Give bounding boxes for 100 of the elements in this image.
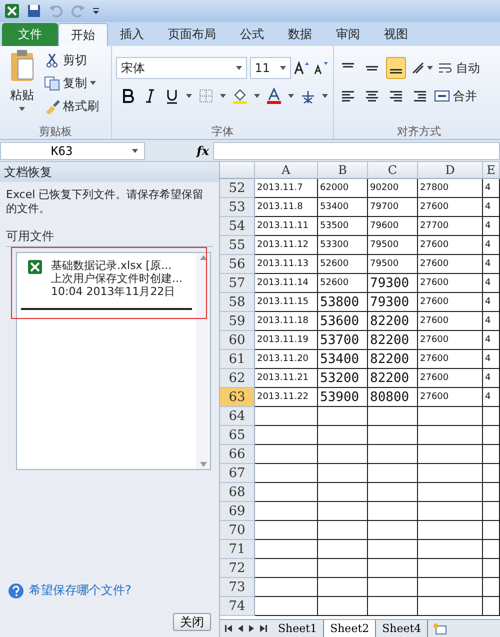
- formula-input[interactable]: [213, 142, 500, 160]
- empty-cell: [368, 597, 418, 616]
- scroll-down-icon[interactable]: [200, 462, 206, 467]
- row-header[interactable]: 71: [220, 540, 255, 559]
- previous-sheet-icon[interactable]: [238, 625, 243, 632]
- insert-function-button[interactable]: fx: [149, 144, 209, 158]
- shrink-font-icon[interactable]: [313, 60, 329, 76]
- row-header[interactable]: 62: [220, 369, 255, 388]
- caret-icon: [19, 107, 25, 111]
- name-box[interactable]: K63: [0, 142, 145, 160]
- table-cell: 53600: [318, 312, 368, 331]
- row-header[interactable]: 61: [220, 350, 255, 369]
- caret-icon: [288, 94, 294, 98]
- scrollbar[interactable]: [196, 253, 210, 469]
- merge-button[interactable]: 合并: [434, 85, 477, 107]
- ribbon-tab[interactable]: 视图: [372, 23, 420, 46]
- table-cell: 27800: [418, 179, 483, 198]
- help-link[interactable]: 希望保存哪个文件?: [29, 582, 132, 599]
- column-header[interactable]: C: [368, 162, 418, 179]
- row-header[interactable]: 53: [220, 198, 255, 217]
- ribbon-tab[interactable]: 公式: [228, 23, 276, 46]
- row-header[interactable]: 74: [220, 597, 255, 616]
- table-cell: 53700: [318, 331, 368, 350]
- row-header[interactable]: 65: [220, 426, 255, 445]
- ribbon-tab[interactable]: 数据: [276, 23, 324, 46]
- font-size-select[interactable]: 11: [250, 57, 292, 79]
- empty-cell: [418, 407, 483, 426]
- format-painter-button[interactable]: 格式刷: [44, 95, 99, 117]
- ribbon-tab[interactable]: 审阅: [324, 23, 372, 46]
- column-header[interactable]: E: [483, 162, 500, 179]
- empty-cell: [483, 578, 500, 597]
- empty-cell: [483, 407, 500, 426]
- row-header[interactable]: 64: [220, 407, 255, 426]
- empty-cell: [418, 521, 483, 540]
- sheet-tab[interactable]: Sheet2: [324, 620, 376, 637]
- insert-sheet-icon[interactable]: [433, 622, 448, 634]
- row-header[interactable]: 69: [220, 502, 255, 521]
- font-color-icon[interactable]: [266, 88, 282, 104]
- orientation-icon[interactable]: [410, 60, 426, 76]
- fill-color-icon[interactable]: [232, 88, 248, 104]
- scroll-up-icon[interactable]: [200, 255, 206, 260]
- row-header[interactable]: 60: [220, 331, 255, 350]
- bold-icon[interactable]: [120, 88, 136, 104]
- row-header[interactable]: 56: [220, 255, 255, 274]
- empty-cell: [418, 540, 483, 559]
- column-header[interactable]: D: [418, 162, 483, 179]
- empty-cell: [368, 483, 418, 502]
- empty-cell: [418, 483, 483, 502]
- row-header[interactable]: 59: [220, 312, 255, 331]
- next-sheet-icon[interactable]: [249, 625, 254, 632]
- cut-button[interactable]: 剪切: [44, 49, 99, 71]
- recovered-file-item[interactable]: 基础数据记录.xlsx [原... 上次用户保存文件时创建... 10:04 2013年11月22日: [21, 257, 192, 310]
- row-header[interactable]: 58: [220, 293, 255, 312]
- row-header[interactable]: 63: [220, 388, 255, 407]
- table-cell: 27600: [418, 331, 483, 350]
- table-cell: 2013.11.12: [255, 236, 318, 255]
- copy-button[interactable]: 复制: [44, 72, 99, 94]
- border-icon[interactable]: [198, 88, 214, 104]
- row-header[interactable]: 54: [220, 217, 255, 236]
- column-header[interactable]: A: [255, 162, 318, 179]
- ribbon-tab[interactable]: 页面布局: [156, 23, 228, 46]
- row-header[interactable]: 67: [220, 464, 255, 483]
- row-header[interactable]: 66: [220, 445, 255, 464]
- align-center-icon[interactable]: [364, 88, 380, 104]
- save-icon[interactable]: [26, 3, 42, 19]
- empty-cell: [418, 597, 483, 616]
- ribbon-tab[interactable]: 开始: [58, 23, 108, 46]
- caret-icon: [132, 148, 138, 152]
- empty-cell: [483, 521, 500, 540]
- brush-icon[interactable]: [44, 98, 60, 114]
- close-button[interactable]: 关闭: [173, 613, 211, 631]
- row-header[interactable]: 72: [220, 559, 255, 578]
- first-sheet-icon[interactable]: [225, 625, 232, 632]
- last-sheet-icon[interactable]: [260, 625, 267, 632]
- row-header[interactable]: 73: [220, 578, 255, 597]
- empty-cell: [418, 559, 483, 578]
- paste-icon[interactable]: [8, 49, 36, 83]
- column-header[interactable]: B: [318, 162, 368, 179]
- underline-icon[interactable]: [164, 88, 180, 104]
- row-header[interactable]: 52: [220, 179, 255, 198]
- table-cell: 82200: [368, 331, 418, 350]
- paste-button[interactable]: 粘贴: [10, 84, 34, 106]
- align-right-icon[interactable]: [388, 88, 404, 104]
- row-header[interactable]: 55: [220, 236, 255, 255]
- row-header[interactable]: 57: [220, 274, 255, 293]
- sheet-tab[interactable]: Sheet4: [376, 620, 428, 637]
- font-name-select[interactable]: 宋体: [116, 57, 247, 79]
- phonetic-icon[interactable]: [300, 88, 316, 104]
- row-header[interactable]: 70: [220, 521, 255, 540]
- row-header[interactable]: 68: [220, 483, 255, 502]
- wrap-text-button[interactable]: 自动: [437, 57, 480, 79]
- file-tab[interactable]: 文件: [2, 23, 58, 46]
- ribbon-tab[interactable]: 插入: [108, 23, 156, 46]
- align-left-icon[interactable]: [340, 88, 356, 104]
- copy-icon[interactable]: [44, 75, 60, 91]
- decrease-indent-icon[interactable]: [412, 88, 428, 104]
- scissors-icon[interactable]: [44, 52, 60, 68]
- merge-icon[interactable]: [434, 88, 450, 104]
- grow-font-icon[interactable]: [294, 60, 310, 76]
- empty-cell: [318, 407, 368, 426]
